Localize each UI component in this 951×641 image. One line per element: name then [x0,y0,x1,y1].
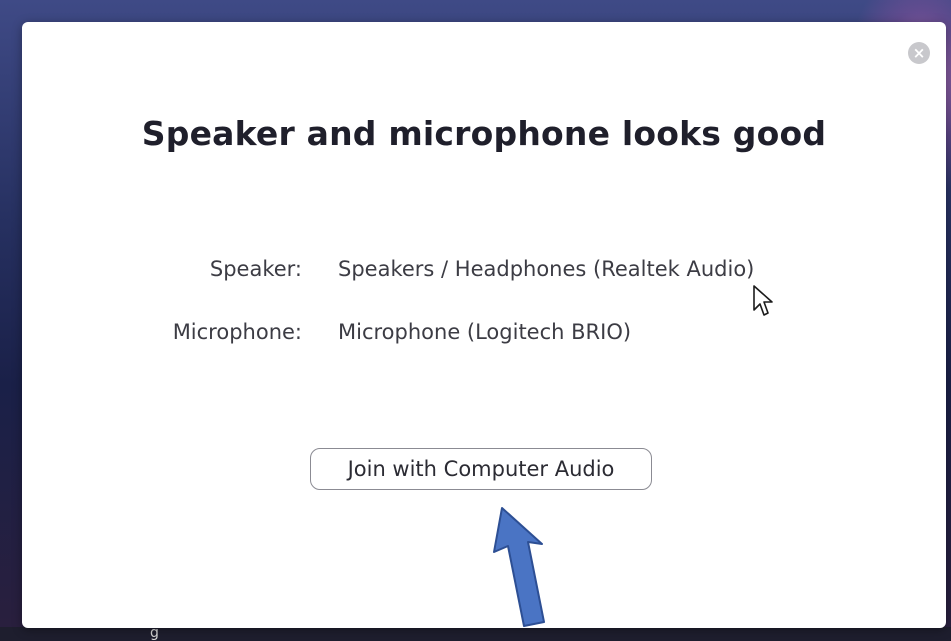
up-arrow-annotation-icon [493,507,545,627]
mouse-pointer-icon [753,285,773,316]
join-with-computer-audio-button[interactable]: Join with Computer Audio [310,448,652,490]
dialog-title: Speaker and microphone looks good [141,114,827,153]
close-icon[interactable]: × [908,42,930,64]
background-bottom-strip [0,627,951,641]
audio-test-dialog: × Speaker and microphone looks good Spea… [22,22,946,628]
speaker-device-name: Speakers / Headphones (Realtek Audio) [338,257,755,281]
microphone-label: Microphone: [172,320,302,344]
speaker-label: Speaker: [209,257,302,281]
microphone-device-name: Microphone (Logitech BRIO) [338,320,632,344]
